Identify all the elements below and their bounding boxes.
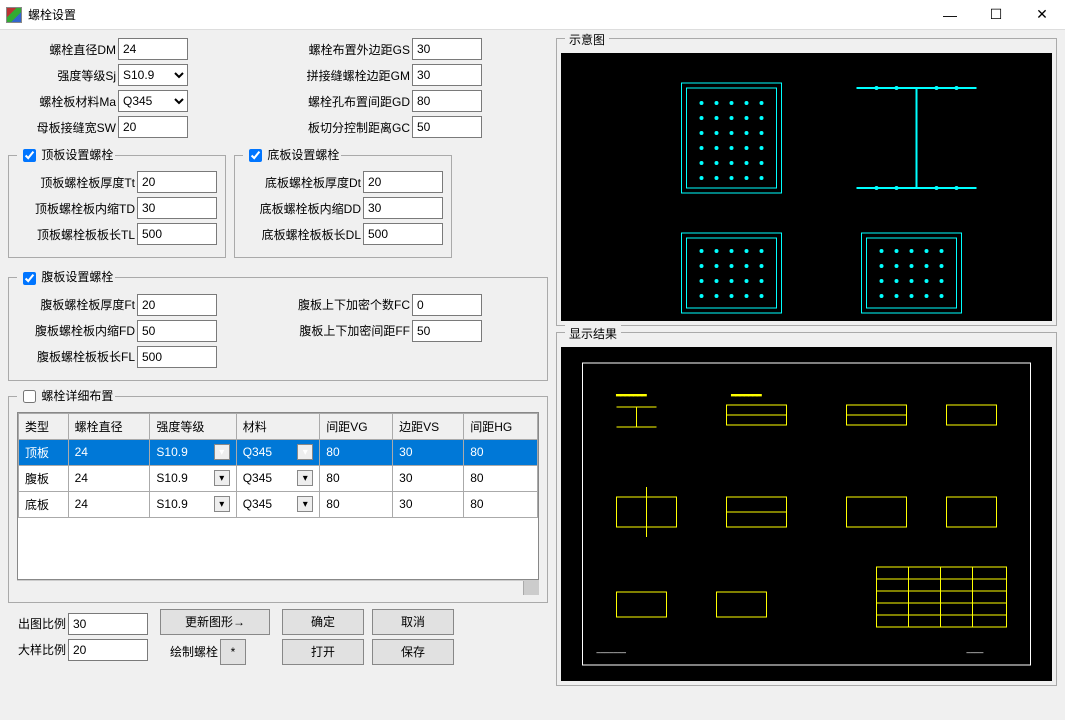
ff-label: 腹板上下加密间距FF [282, 322, 412, 339]
top-plate-group: 顶板设置螺栓 顶板螺栓板厚度Tt 顶板螺栓板内缩TD 顶板螺栓板板长TL [8, 146, 226, 258]
col-dia[interactable]: 螺栓直径 [68, 413, 150, 439]
gs-label: 螺栓布置外边距GS [282, 41, 412, 58]
dt-label: 底板螺栓板厚度Dt [243, 174, 363, 191]
gm-input[interactable] [412, 64, 482, 86]
bottom-plate-group: 底板设置螺栓 底板螺栓板厚度Dt 底板螺栓板内缩DD 底板螺栓板板长DL [234, 146, 452, 258]
minimize-button[interactable]: — [927, 0, 973, 30]
sj-label: 强度等级Sj [8, 67, 118, 84]
schematic-preview [561, 53, 1052, 321]
dm-input[interactable] [118, 38, 188, 60]
table-row[interactable]: 顶板24S10.9▾Q345▾803080 [19, 439, 538, 465]
svg-text:━━━━: ━━━━ [966, 650, 985, 657]
draw-bolt-label: 绘制螺栓 [160, 643, 220, 660]
detail-checkbox[interactable] [23, 390, 36, 403]
ok-button[interactable]: 确定 [282, 609, 364, 635]
out-scale-input[interactable] [68, 613, 148, 635]
dd-input[interactable] [363, 197, 443, 219]
table-row[interactable]: 腹板24S10.9▾Q345▾803080 [19, 465, 538, 491]
update-graphic-button[interactable]: 更新图形→ [160, 609, 270, 635]
save-button[interactable]: 保存 [372, 639, 454, 665]
chevron-down-icon[interactable]: ▾ [297, 444, 313, 460]
sw-label: 母板接缝宽SW [8, 119, 118, 136]
dm-label: 螺栓直径DM [8, 41, 118, 58]
open-button[interactable]: 打开 [282, 639, 364, 665]
out-scale-label: 出图比例 [8, 615, 68, 632]
td-input[interactable] [137, 197, 217, 219]
horizontal-scrollbar[interactable] [17, 580, 539, 594]
maximize-button[interactable]: ☐ [973, 0, 1019, 30]
fl-input[interactable] [137, 346, 217, 368]
svg-text:━━━━━━━: ━━━━━━━ [596, 650, 627, 657]
web-plate-legend: 腹板设置螺栓 [41, 270, 113, 284]
fc-label: 腹板上下加密个数FC [282, 296, 412, 313]
ma-label: 螺栓板材料Ma [8, 93, 118, 110]
svg-text:═══════: ═══════ [616, 393, 648, 399]
window-titlebar: 螺栓设置 — ☐ ✕ [0, 0, 1065, 30]
big-scale-label: 大样比例 [8, 641, 68, 658]
chevron-down-icon[interactable]: ▾ [297, 496, 313, 512]
gm-label: 拼接缝螺栓边距GM [282, 67, 412, 84]
ft-input[interactable] [137, 294, 217, 316]
dl-label: 底板螺栓板板长DL [243, 226, 363, 243]
col-vg[interactable]: 间距VG [320, 413, 393, 439]
chevron-down-icon[interactable]: ▾ [214, 496, 230, 512]
gd-label: 螺栓孔布置间距GD [282, 93, 412, 110]
ma-select[interactable]: Q345 [118, 90, 188, 112]
close-button[interactable]: ✕ [1019, 0, 1065, 30]
draw-bolt-button[interactable]: * [220, 639, 246, 665]
tt-input[interactable] [137, 171, 217, 193]
schematic-title: 示意图 [565, 31, 609, 48]
result-preview: ═══════ ═══════ [561, 347, 1052, 681]
bottom-plate-legend: 底板设置螺栓 [267, 148, 339, 162]
detail-grid[interactable]: 类型 螺栓直径 强度等级 材料 间距VG 边距VS 间距HG 顶板24S10.9… [17, 412, 539, 580]
table-row[interactable]: 底板24S10.9▾Q345▾803080 [19, 491, 538, 517]
tt-label: 顶板螺栓板厚度Tt [17, 174, 137, 191]
dl-input[interactable] [363, 223, 443, 245]
td-label: 顶板螺栓板内缩TD [17, 200, 137, 217]
fl-label: 腹板螺栓板板长FL [17, 348, 137, 365]
bottom-plate-checkbox[interactable] [249, 149, 262, 162]
fd-input[interactable] [137, 320, 217, 342]
detail-group: 螺栓详细布置 类型 螺栓直径 强度等级 材料 间距VG 边距VS 间距HG [8, 387, 548, 603]
col-mat[interactable]: 材料 [236, 413, 320, 439]
chevron-down-icon[interactable]: ▾ [214, 444, 230, 460]
chevron-down-icon[interactable]: ▾ [214, 470, 230, 486]
col-vs[interactable]: 边距VS [393, 413, 464, 439]
top-plate-checkbox[interactable] [23, 149, 36, 162]
result-group: 显示结果 ═══════ ═══════ [556, 332, 1057, 686]
gs-input[interactable] [412, 38, 482, 60]
gc-label: 板切分控制距离GC [282, 119, 412, 136]
window-title: 螺栓设置 [28, 6, 927, 23]
dd-label: 底板螺栓板内缩DD [243, 200, 363, 217]
sj-select[interactable]: S10.9 [118, 64, 188, 86]
detail-legend: 螺栓详细布置 [41, 389, 113, 403]
result-title: 显示结果 [565, 325, 621, 342]
ff-input[interactable] [412, 320, 482, 342]
cancel-button[interactable]: 取消 [372, 609, 454, 635]
chevron-down-icon[interactable]: ▾ [297, 470, 313, 486]
gd-input[interactable] [412, 90, 482, 112]
tl-label: 顶板螺栓板板长TL [17, 226, 137, 243]
web-plate-group: 腹板设置螺栓 腹板螺栓板厚度Ft 腹板螺栓板内缩FD 腹板螺栓板板长FL 腹板上… [8, 268, 548, 380]
top-plate-legend: 顶板设置螺栓 [41, 148, 113, 162]
gc-input[interactable] [412, 116, 482, 138]
tl-input[interactable] [137, 223, 217, 245]
sw-input[interactable] [118, 116, 188, 138]
col-grade[interactable]: 强度等级 [150, 413, 236, 439]
fc-input[interactable] [412, 294, 482, 316]
ft-label: 腹板螺栓板厚度Ft [17, 296, 137, 313]
schematic-group: 示意图 [556, 38, 1057, 326]
col-hg[interactable]: 间距HG [464, 413, 538, 439]
web-plate-checkbox[interactable] [23, 272, 36, 285]
svg-text:═══════: ═══════ [731, 393, 763, 399]
fd-label: 腹板螺栓板内缩FD [17, 322, 137, 339]
big-scale-input[interactable] [68, 639, 148, 661]
app-icon [6, 7, 22, 23]
col-type[interactable]: 类型 [19, 413, 69, 439]
dt-input[interactable] [363, 171, 443, 193]
